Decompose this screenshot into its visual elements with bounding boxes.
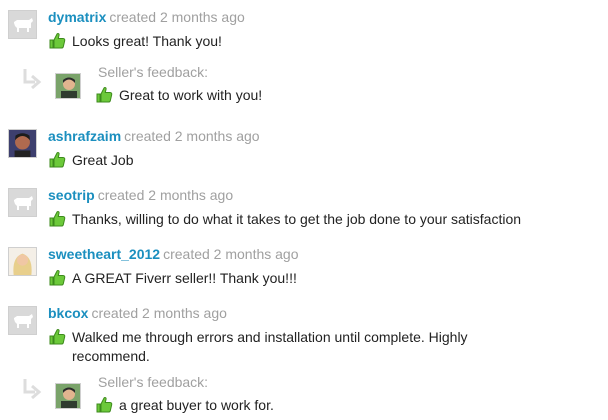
review-comment: Thanks, willing to do what it takes to g… [48, 210, 598, 229]
review-time: created 2 months ago [91, 305, 227, 321]
review-comment: Looks great! Thank you! [48, 32, 548, 51]
seller-photo-icon [56, 74, 80, 98]
seller-feedback-label: Seller's feedback: [98, 374, 209, 390]
review-meta: bkcox created 2 months ago [48, 305, 227, 321]
cow-avatar[interactable] [8, 10, 37, 39]
review-comment: Walked me through errors and installatio… [48, 328, 498, 366]
review-comment: Great Job [48, 151, 548, 170]
cow-icon [13, 17, 33, 32]
cow-avatar[interactable] [8, 306, 37, 335]
photo-avatar[interactable] [8, 129, 37, 158]
review-meta: ashrafzaim created 2 months ago [48, 128, 260, 144]
username-link[interactable]: ashrafzaim [48, 128, 121, 144]
review-text: Great Job [72, 152, 134, 168]
review-text: Walked me through errors and installatio… [72, 329, 468, 364]
thumbs-up-icon [49, 270, 66, 286]
review-time: created 2 months ago [124, 128, 260, 144]
seller-feedback-message: Great to work with you! [119, 87, 263, 103]
thumbs-up-icon [96, 87, 113, 103]
review-meta: sweetheart_2012 created 2 months ago [48, 246, 299, 262]
seller-avatar[interactable] [55, 73, 81, 99]
review-text: A GREAT Fiverr seller!! Thank you!!! [72, 270, 297, 286]
cow-icon [13, 195, 33, 210]
user-photo-icon [9, 130, 36, 157]
thumbs-up-icon [49, 152, 66, 168]
seller-avatar[interactable] [55, 383, 81, 409]
username-link[interactable]: bkcox [48, 305, 88, 321]
review-comment: A GREAT Fiverr seller!! Thank you!!! [48, 269, 548, 288]
review-meta: dymatrix created 2 months ago [48, 9, 245, 25]
reply-arrow-icon [23, 69, 42, 90]
user-photo-icon [9, 248, 36, 275]
cow-avatar[interactable] [8, 188, 37, 217]
review-time: created 2 months ago [97, 187, 234, 203]
review-time: created 2 months ago [163, 246, 299, 262]
review-text: Looks great! Thank you! [72, 33, 222, 49]
thumbs-up-icon [49, 33, 66, 49]
reviews-page: { "reviews": [ {"user":"dymatrix","time"… [0, 0, 608, 420]
seller-feedback-label: Seller's feedback: [98, 64, 209, 80]
thumbs-up-icon [49, 211, 66, 227]
seller-feedback-text: Great to work with you! [95, 86, 262, 105]
seller-feedback-text: a great buyer to work for. [95, 396, 274, 415]
username-link[interactable]: seotrip [48, 187, 95, 203]
username-link[interactable]: sweetheart_2012 [48, 246, 160, 262]
reply-arrow-icon [23, 379, 42, 400]
review-text: Thanks, willing to do what it takes to g… [72, 211, 522, 227]
seller-photo-icon [56, 384, 80, 408]
username-link[interactable]: dymatrix [48, 9, 106, 25]
cow-icon [13, 313, 33, 328]
thumbs-up-icon [49, 329, 66, 345]
photo-avatar[interactable] [8, 247, 37, 276]
thumbs-up-icon [96, 397, 113, 413]
seller-feedback-message: a great buyer to work for. [119, 397, 274, 413]
review-meta: seotrip created 2 months ago [48, 187, 233, 203]
review-time: created 2 months ago [109, 9, 245, 25]
